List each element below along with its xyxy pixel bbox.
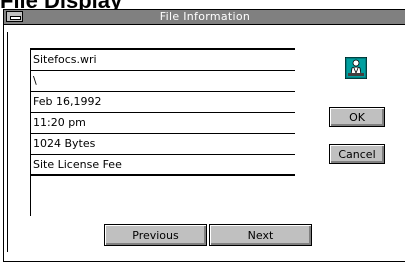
file-information-dialog: File Information Sitefocs.wri \ Feb 16,1… (3, 9, 405, 262)
next-button[interactable]: Next (209, 224, 312, 246)
field-filename: Sitefocs.wri (30, 50, 295, 71)
field-time: 11:20 pm (30, 113, 295, 134)
field-description: Site License Fee (30, 155, 295, 176)
dialog-title: File Information (159, 10, 251, 23)
file-info-fields: Sitefocs.wri \ Feb 16,1992 11:20 pm 1024… (30, 48, 295, 176)
person-at-desk-icon (345, 57, 367, 79)
ok-button[interactable]: OK (329, 107, 385, 127)
field-size: 1024 Bytes (30, 134, 295, 155)
field-path: \ (30, 71, 295, 92)
dialog-left-divider (7, 32, 8, 252)
previous-button[interactable]: Previous (104, 224, 207, 246)
fields-left-border (30, 48, 31, 216)
cancel-button[interactable]: Cancel (329, 144, 385, 164)
dialog-titlebar[interactable]: File Information (4, 10, 405, 25)
field-date: Feb 16,1992 (30, 92, 295, 113)
